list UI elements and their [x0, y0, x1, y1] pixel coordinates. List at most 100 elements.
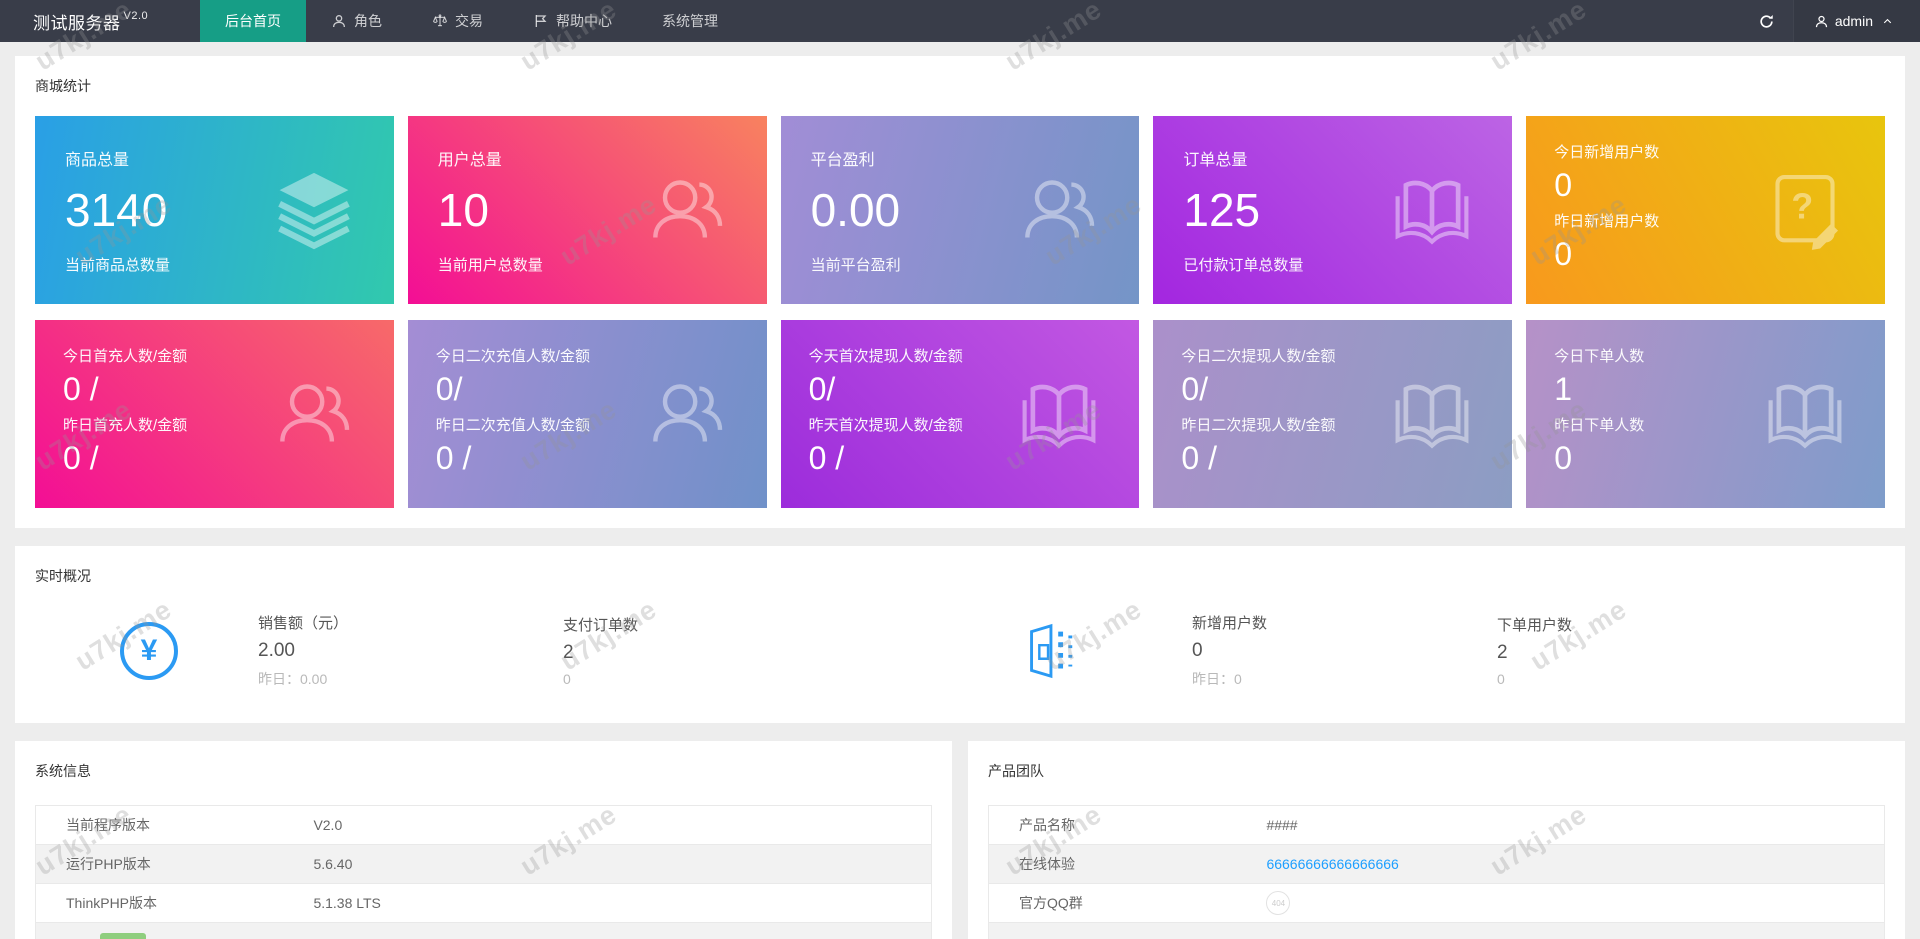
row-label: 官方QQ群: [989, 893, 1266, 913]
stat-label: 新增用户数: [1192, 612, 1497, 633]
stat-sub: 0: [563, 671, 868, 687]
navbar-right: admin: [1741, 0, 1920, 42]
svg-text:?: ?: [1791, 186, 1813, 226]
stat-card: 今日二次提现人数/金额0/昨日二次提现人数/金额0 /: [1153, 320, 1512, 508]
panel-title: 产品团队: [988, 761, 1885, 781]
stat-sub: 昨日：0.00: [258, 669, 563, 689]
row-value: 404: [1266, 891, 1884, 915]
card-sub-label: 当前用户总数量: [438, 254, 737, 275]
stat-sub: 0: [1497, 671, 1802, 687]
stat-sales: 销售额（元） 2.00 昨日：0.00: [258, 612, 563, 689]
nav-item-roles[interactable]: 角色: [306, 0, 407, 42]
row-value: 66666666666666666: [1266, 856, 1884, 872]
row-value: 5.6.40: [313, 856, 931, 872]
card-label: 今天首次提现人数/金额: [809, 345, 1112, 366]
stat-card: 今日新增用户数0昨日新增用户数0?: [1526, 116, 1885, 304]
refresh-button[interactable]: [1741, 0, 1793, 42]
table-row: 官方QQ群404: [989, 884, 1884, 923]
row-label: 产品名称: [989, 815, 1266, 835]
product-team-panel: 产品团队 产品名称####在线体验66666666666666666官方QQ群4…: [968, 741, 1905, 939]
row-label: 在线体验: [989, 854, 1266, 874]
nav-item-help-center[interactable]: 帮助中心: [508, 0, 637, 42]
panel-title: 系统信息: [35, 761, 932, 781]
refresh-icon: [1758, 13, 1775, 30]
stat-label: 下单用户数: [1497, 614, 1802, 635]
card-label: 今日首充人数/金额: [63, 345, 366, 366]
panel-title: 商城统计: [35, 76, 1885, 96]
yen-icon: ¥: [120, 622, 178, 680]
user-icon: [1814, 14, 1829, 29]
nav-item-label: 角色: [354, 11, 382, 31]
nav-item-label: 帮助中心: [556, 11, 612, 31]
nav-item-trade[interactable]: 交易: [407, 0, 508, 42]
shop-stats-panel: 商城统计 商品总量3140当前商品总数量用户总量10当前用户总数量平台盈利0.0…: [15, 56, 1905, 528]
row-value: V2.0: [313, 817, 931, 833]
app-version: V2.0: [124, 10, 149, 22]
stat-card: 今日二次充值人数/金额0/昨日二次充值人数/金额0 /: [408, 320, 767, 508]
book-icon: [1015, 370, 1103, 458]
nav-item-system[interactable]: 系统管理: [637, 0, 743, 42]
admin-username: admin: [1835, 13, 1873, 29]
flag-icon: [533, 13, 549, 29]
realtime-row: ¥ 销售额（元） 2.00 昨日：0.00 支付订单数 2 0 新增用户数 0 …: [35, 612, 1885, 703]
card-label: 今日新增用户数: [1554, 141, 1857, 162]
panel-title: 实时概况: [35, 566, 1885, 586]
bottom-row: 系统信息 当前程序版本V2.0运行PHP版本5.6.40ThinkPHP版本5.…: [15, 741, 1905, 939]
stat-card: 订单总量125已付款订单总数量: [1153, 116, 1512, 304]
stat-value: 2: [1497, 642, 1802, 664]
stat-card: 平台盈利0.00当前平台盈利: [781, 116, 1140, 304]
users-icon: [1015, 166, 1103, 254]
stat-cards-grid: 商品总量3140当前商品总数量用户总量10当前用户总数量平台盈利0.00当前平台…: [35, 116, 1885, 508]
stat-card: 商品总量3140当前商品总数量: [35, 116, 394, 304]
card-sub-label: 已付款订单总数量: [1183, 254, 1482, 275]
stat-paid-orders: 支付订单数 2 0: [563, 614, 868, 687]
online-demo-link[interactable]: 66666666666666666: [1266, 856, 1398, 872]
building-icon: [1018, 620, 1080, 682]
docq-icon: ?: [1761, 166, 1849, 254]
scales-icon: [432, 13, 448, 29]
card-label: 今日二次充值人数/金额: [436, 345, 739, 366]
table-row: 产品名称####: [989, 806, 1884, 845]
nav-item-dashboard[interactable]: 后台首页: [200, 0, 306, 42]
nav-item-label: 交易: [455, 11, 483, 31]
stat-card: 用户总量10当前用户总数量: [408, 116, 767, 304]
table-row-cut-off: [989, 923, 1884, 939]
system-info-table: 当前程序版本V2.0运行PHP版本5.6.40ThinkPHP版本5.1.38 …: [35, 805, 932, 939]
yen-glyph: ¥: [141, 634, 158, 668]
table-row: 在线体验66666666666666666: [989, 845, 1884, 884]
row-label: 当前程序版本: [36, 815, 313, 835]
row-value: ####: [1266, 817, 1884, 833]
realtime-panel: 实时概况 ¥ 销售额（元） 2.00 昨日：0.00 支付订单数 2 0 新增用…: [15, 546, 1905, 723]
row-label: ThinkPHP版本: [36, 893, 313, 913]
cut-off-badge: [100, 933, 146, 939]
nav-item-label: 系统管理: [662, 11, 718, 31]
broken-image-placeholder: 404: [1266, 891, 1290, 915]
card-sub-label: 当前商品总数量: [65, 254, 364, 275]
book-icon: [1388, 370, 1476, 458]
users-icon: [643, 370, 731, 458]
card-sub-label: 当前平台盈利: [811, 254, 1110, 275]
card-label: 今日二次提现人数/金额: [1181, 345, 1484, 366]
stat-label: 销售额（元）: [258, 612, 563, 633]
table-row-cut-off: [36, 923, 931, 939]
stat-new-users: 新增用户数 0 昨日：0: [1192, 612, 1497, 689]
stat-card: 今日下单人数1昨日下单人数0: [1526, 320, 1885, 508]
row-label: 运行PHP版本: [36, 854, 313, 874]
app-title: 测试服务器: [33, 9, 121, 34]
user-icon: [331, 13, 347, 29]
main-menu: 后台首页 角色 交易 帮助中心 系统管理: [200, 0, 743, 42]
stat-label: 支付订单数: [563, 614, 868, 635]
stat-sub: 昨日：0: [1192, 669, 1497, 689]
system-info-panel: 系统信息 当前程序版本V2.0运行PHP版本5.6.40ThinkPHP版本5.…: [15, 741, 952, 939]
admin-dropdown[interactable]: admin: [1793, 0, 1920, 42]
stat-value: 2: [563, 642, 868, 664]
stat-value: 2.00: [258, 640, 563, 662]
top-navbar: 测试服务器V2.0 后台首页 角色 交易 帮助中心 系统管理 admin: [0, 0, 1920, 42]
stat-card: 今天首次提现人数/金额0/昨天首次提现人数/金额0 /: [781, 320, 1140, 508]
book-icon: [1388, 166, 1476, 254]
stat-card: 今日首充人数/金额0 /昨日首充人数/金额0 /: [35, 320, 394, 508]
layers-icon: [270, 166, 358, 254]
table-row: 当前程序版本V2.0: [36, 806, 931, 845]
book-icon: [1761, 370, 1849, 458]
table-row: 运行PHP版本5.6.40: [36, 845, 931, 884]
